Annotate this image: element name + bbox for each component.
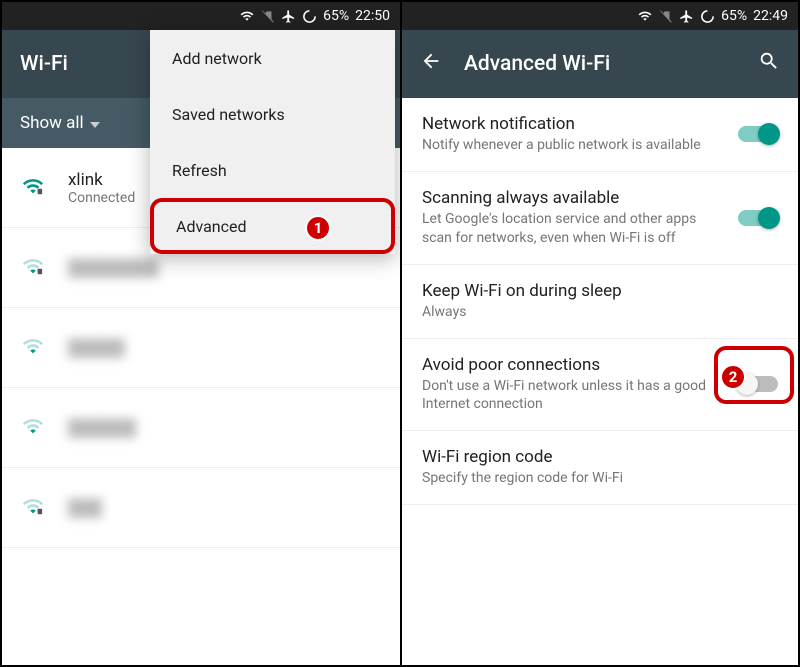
loading-icon — [302, 9, 317, 24]
status-bar: 65% 22:50 — [2, 2, 400, 30]
setting-subtitle: Notify whenever a public network is avai… — [422, 136, 726, 155]
page-title: Advanced Wi-Fi — [464, 52, 736, 76]
dropdown-icon — [90, 113, 100, 133]
status-bar: 65% 22:49 — [402, 2, 798, 30]
setting-subtitle: Let Google's location service and other … — [422, 210, 726, 248]
setting-region-code[interactable]: Wi-Fi region code Specify the region cod… — [402, 431, 798, 505]
wifi-icon — [239, 9, 255, 23]
setting-subtitle: Specify the region code for Wi-Fi — [422, 469, 778, 488]
loading-icon — [700, 9, 715, 24]
wifi-network-item[interactable]: ██████ — [2, 388, 400, 468]
wifi-signal-icon — [20, 255, 46, 281]
menu-add-network[interactable]: Add network — [150, 30, 395, 86]
wifi-ssid: xlink — [68, 170, 135, 190]
wifi-status: Connected — [68, 190, 135, 206]
setting-title: Scanning always available — [422, 188, 726, 208]
menu-refresh[interactable]: Refresh — [150, 142, 395, 198]
toggle-switch[interactable] — [738, 126, 778, 142]
app-bar: Advanced Wi-Fi — [402, 30, 798, 98]
airplane-icon — [281, 9, 296, 24]
setting-scanning-always[interactable]: Scanning always available Let Google's l… — [402, 172, 798, 265]
wifi-signal-icon — [20, 175, 46, 201]
setting-network-notification[interactable]: Network notification Notify whenever a p… — [402, 98, 798, 172]
wifi-icon — [637, 9, 653, 23]
filter-label: Show all — [20, 113, 84, 133]
setting-subtitle: Don't use a Wi-Fi network unless it has … — [422, 377, 726, 415]
wifi-network-item[interactable]: █████ — [2, 308, 400, 388]
left-screenshot: 65% 22:50 Wi-Fi Show all xlink Connected… — [2, 2, 400, 665]
setting-avoid-poor-connections[interactable]: Avoid poor connections Don't use a Wi-Fi… — [402, 339, 798, 432]
wifi-signal-icon — [20, 415, 46, 441]
back-icon[interactable] — [420, 50, 442, 78]
wifi-signal-icon — [20, 495, 46, 521]
no-sim-icon — [659, 9, 673, 23]
wifi-ssid-blurred: █████ — [68, 338, 125, 358]
setting-subtitle: Always — [422, 303, 778, 322]
battery-text: 65% — [721, 8, 747, 24]
setting-title: Avoid poor connections — [422, 355, 726, 375]
annotation-badge-2: 2 — [720, 364, 746, 390]
page-title: Wi-Fi — [20, 52, 68, 76]
wifi-signal-icon — [20, 335, 46, 361]
no-sim-icon — [261, 9, 275, 23]
settings-list: Network notification Notify whenever a p… — [402, 98, 798, 505]
menu-saved-networks[interactable]: Saved networks — [150, 86, 395, 142]
menu-advanced[interactable]: Advanced — [150, 198, 395, 254]
wifi-ssid-blurred: ████████ — [68, 258, 159, 278]
wifi-ssid-blurred: ██████ — [68, 418, 136, 438]
airplane-icon — [679, 9, 694, 24]
clock-text: 22:50 — [355, 8, 390, 24]
wifi-network-item[interactable]: ███ — [2, 468, 400, 548]
setting-keep-wifi-sleep[interactable]: Keep Wi-Fi on during sleep Always — [402, 265, 798, 339]
wifi-ssid-blurred: ███ — [68, 498, 102, 518]
search-icon[interactable] — [758, 50, 780, 78]
setting-title: Wi-Fi region code — [422, 447, 778, 467]
right-screenshot: 65% 22:49 Advanced Wi-Fi Network notific… — [400, 2, 798, 665]
setting-title: Network notification — [422, 114, 726, 134]
clock-text: 22:49 — [753, 8, 788, 24]
overflow-menu: Add network Saved networks Refresh Advan… — [150, 30, 395, 254]
annotation-badge-1: 1 — [305, 215, 331, 241]
setting-title: Keep Wi-Fi on during sleep — [422, 281, 778, 301]
battery-text: 65% — [323, 8, 349, 24]
toggle-switch[interactable] — [738, 210, 778, 226]
